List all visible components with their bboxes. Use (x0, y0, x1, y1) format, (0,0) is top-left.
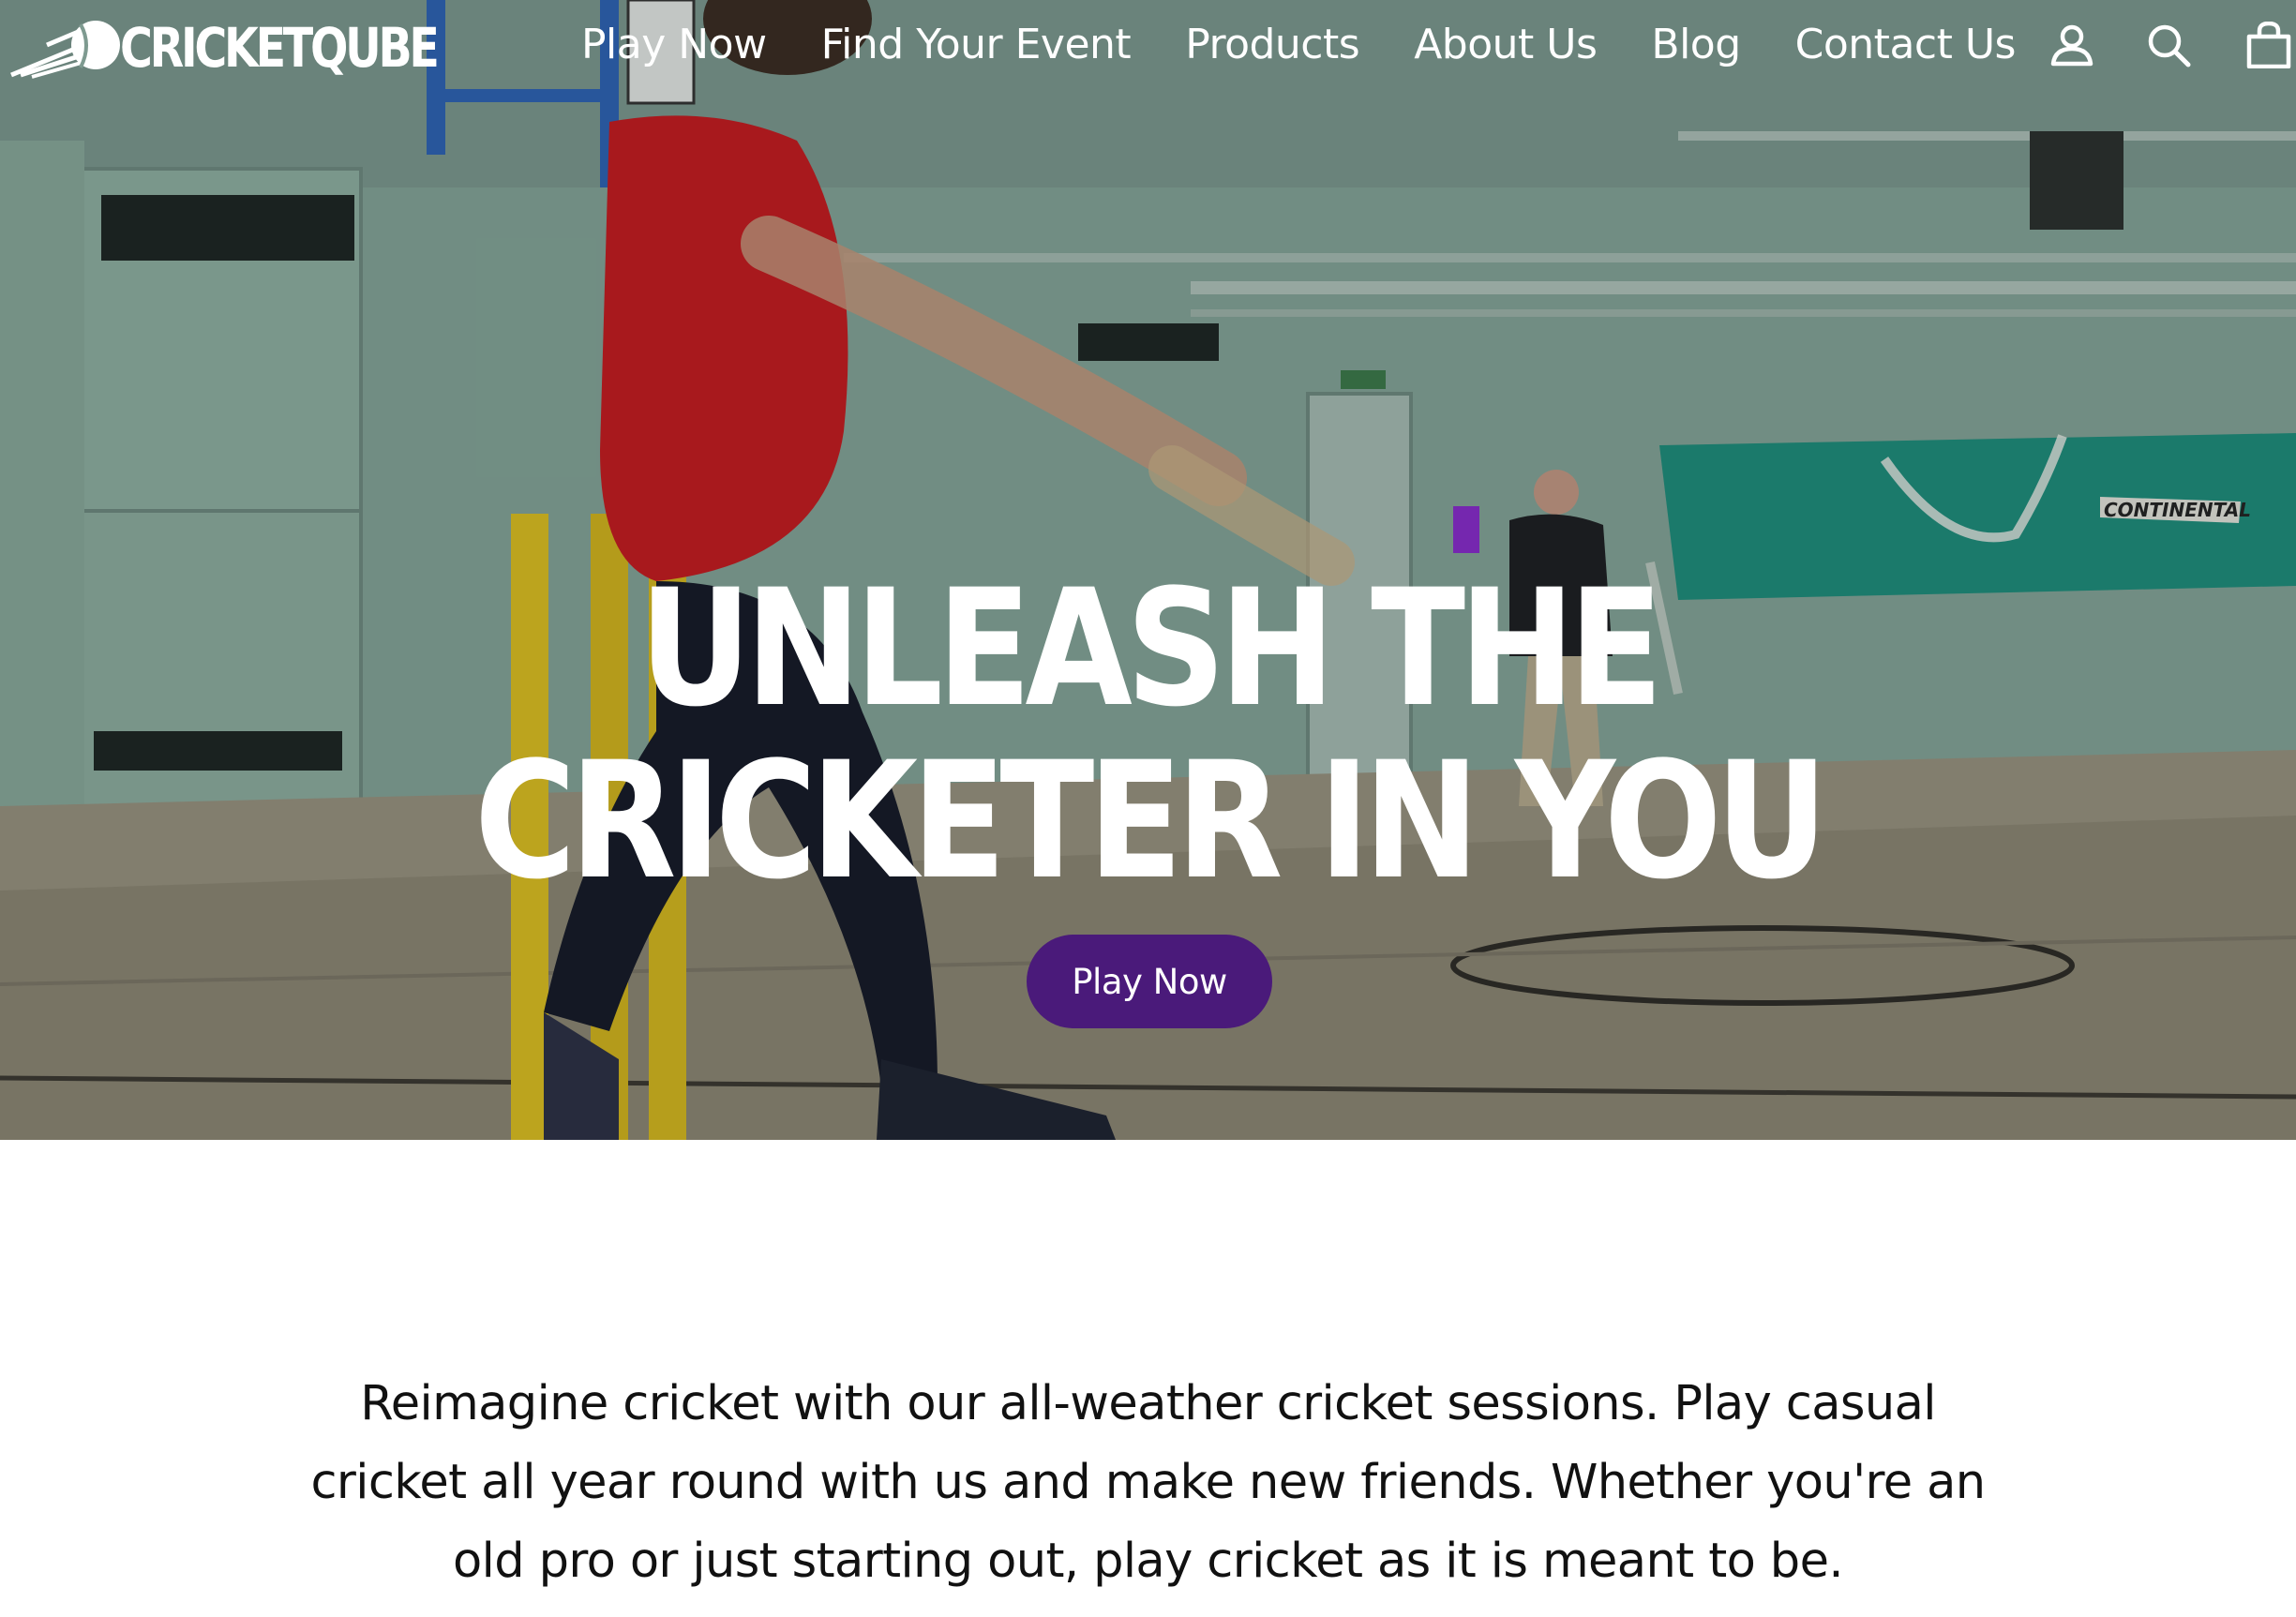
nav-blog[interactable]: Blog (1651, 17, 1741, 73)
hero-title: UNLEASH THE CRICKETER IN YOU (160, 562, 2135, 907)
logo[interactable]: CRICKETQUBE (9, 13, 440, 79)
main-nav: Play Now Find Your Event Products About … (581, 17, 2070, 73)
nav-products[interactable]: Products (1185, 17, 1360, 73)
intro-text: Reimagine cricket with our all-weather c… (310, 1376, 1986, 1589)
nav-about-us[interactable]: About Us (1414, 17, 1598, 73)
nav-play-now[interactable]: Play Now (581, 17, 767, 73)
cart-icon[interactable] (2241, 17, 2296, 73)
account-icon[interactable] (2044, 17, 2100, 73)
logo-text: CRICKETQUBE (120, 16, 440, 80)
hero-title-line1: UNLEASH THE (638, 554, 1663, 742)
hero-play-now-button[interactable]: Play Now (1027, 935, 1272, 1028)
hero-section: CONTINENTAL CRICKETQUBE Play Now Find Yo… (0, 0, 2296, 1140)
site-header: CRICKETQUBE Play Now Find Your Event Pro… (0, 0, 2296, 94)
hero-title-line2: CRICKETER IN YOU (473, 726, 1828, 915)
logo-ball-icon (10, 21, 120, 79)
nav-contact-us[interactable]: Contact Us (1795, 17, 2017, 73)
search-icon[interactable] (2140, 17, 2197, 73)
nav-find-your-event[interactable]: Find Your Event (821, 17, 1132, 73)
